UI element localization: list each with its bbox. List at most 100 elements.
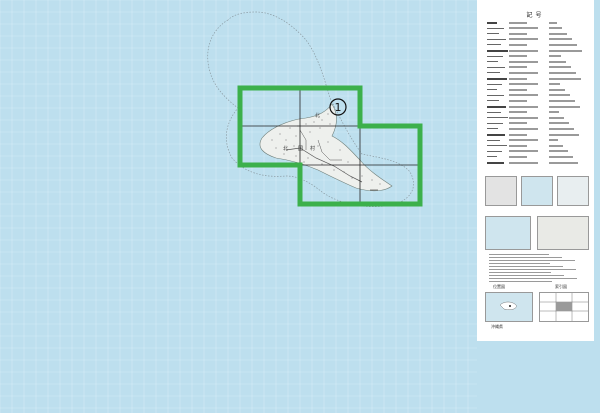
legend-symbol-text bbox=[509, 38, 538, 41]
legend-symbol-text bbox=[509, 122, 527, 125]
vegetation-dot bbox=[361, 175, 363, 177]
legend-symbol-text bbox=[509, 150, 538, 153]
legend-note-line bbox=[489, 275, 564, 277]
legend-symbol-line bbox=[487, 106, 506, 108]
legend-symbol-text-right bbox=[549, 150, 568, 153]
legend-symbol-text-right bbox=[549, 127, 574, 130]
legend-symbol-text bbox=[509, 66, 527, 69]
legend-symbol-text bbox=[509, 77, 527, 80]
vegetation-dot bbox=[289, 127, 291, 129]
legend-symbol-line bbox=[487, 156, 497, 158]
sheet-number: 1 bbox=[335, 101, 342, 114]
legend-symbol-line bbox=[487, 122, 503, 124]
legend-symbol-line bbox=[487, 61, 498, 63]
legend-symbol-text-right bbox=[549, 111, 559, 114]
legend-symbol-line bbox=[487, 83, 502, 85]
legend-symbol-line bbox=[487, 50, 508, 52]
legend-symbol-line bbox=[487, 128, 498, 130]
legend-symbol-text bbox=[509, 27, 538, 30]
legend-symbol-text bbox=[509, 21, 527, 24]
legend-symbol-text-right bbox=[549, 43, 577, 46]
vegetation-dot bbox=[293, 145, 295, 147]
legend-note-line bbox=[489, 257, 562, 259]
index-map-title: 索引図 bbox=[555, 284, 567, 289]
legend-note-line bbox=[489, 272, 551, 274]
legend-symbol-line bbox=[487, 27, 504, 29]
legend-symbol-text-right bbox=[549, 88, 565, 91]
legend-symbol-text bbox=[509, 83, 538, 86]
legend-symbol-text-right bbox=[549, 105, 580, 108]
location-map bbox=[485, 292, 533, 322]
legend-symbol-text-right bbox=[549, 60, 566, 63]
island-label-2: 国 bbox=[298, 146, 304, 152]
legend-symbol-line bbox=[487, 111, 501, 113]
vegetation-dot bbox=[379, 183, 381, 185]
legend-symbol-line bbox=[487, 117, 508, 119]
legend-symbol-text bbox=[509, 111, 527, 114]
vegetation-dot bbox=[333, 169, 335, 171]
legend-symbol-line bbox=[487, 100, 499, 102]
legend-symbol-text bbox=[509, 161, 538, 164]
sea-fill-lower-right bbox=[477, 341, 600, 413]
vegetation-dot bbox=[303, 161, 305, 163]
legend-symbol-text-right bbox=[549, 155, 573, 158]
vegetation-dot bbox=[279, 133, 281, 135]
legend-symbol-line bbox=[487, 44, 501, 46]
legend-sample-map-2 bbox=[521, 176, 553, 206]
legend-symbol-line bbox=[487, 33, 499, 35]
legend-symbol-text-right bbox=[549, 144, 563, 147]
legend-symbol-line bbox=[487, 89, 497, 91]
legend-symbol-text-right bbox=[549, 94, 570, 97]
map-sheet: 1 北 北 国 村 記号 位置図 索引図 沖縄県 bbox=[0, 0, 600, 413]
location-map-title: 位置図 bbox=[493, 284, 505, 289]
vegetation-dot bbox=[327, 141, 329, 143]
legend-note-line bbox=[489, 254, 549, 256]
legend-symbol-text bbox=[509, 99, 527, 102]
legend-symbol-text bbox=[509, 144, 527, 147]
legend-symbol-line bbox=[487, 78, 507, 80]
legend-symbol-text bbox=[509, 60, 538, 63]
vegetation-dot bbox=[347, 161, 349, 163]
legend-symbol-line bbox=[487, 22, 497, 24]
legend-symbol-line bbox=[487, 145, 507, 147]
legend-sample-map-5 bbox=[537, 216, 589, 250]
legend-symbol-line bbox=[487, 150, 502, 152]
legend-symbol-text bbox=[509, 32, 527, 35]
legend-panel: 記号 位置図 索引図 沖縄県 bbox=[477, 6, 594, 341]
vegetation-dot bbox=[313, 121, 315, 123]
vegetation-dot bbox=[307, 157, 309, 159]
legend-symbol-line bbox=[487, 162, 504, 164]
vegetation-dot bbox=[295, 155, 297, 157]
legend-note-line bbox=[489, 269, 576, 271]
legend-symbol-line bbox=[487, 55, 503, 57]
legend-symbol-text-right bbox=[549, 38, 572, 41]
legend-sample-map-1 bbox=[485, 176, 517, 206]
legend-note-line bbox=[489, 281, 552, 283]
legend-symbol-text bbox=[509, 105, 538, 108]
vegetation-dot bbox=[317, 145, 319, 147]
legend-symbol-text-right bbox=[549, 71, 576, 74]
legend-symbol-text bbox=[509, 116, 538, 119]
legend-symbol-text-right bbox=[549, 133, 579, 136]
prefecture-label: 沖縄県 bbox=[491, 324, 503, 329]
legend-sample-map-4 bbox=[485, 216, 531, 250]
legend-symbol-text bbox=[509, 127, 538, 130]
legend-symbol-text-right bbox=[549, 77, 581, 80]
vegetation-dot bbox=[371, 179, 373, 181]
legend-symbol-line bbox=[487, 94, 504, 96]
vegetation-dot bbox=[321, 119, 323, 121]
legend-note-line bbox=[489, 263, 550, 265]
legend-symbol-text-right bbox=[549, 32, 567, 35]
legend-symbol-text bbox=[509, 133, 527, 136]
legend-symbol-text bbox=[509, 43, 527, 46]
legend-symbol-text-right bbox=[549, 116, 564, 119]
map-mark: 北 bbox=[315, 112, 320, 119]
legend-sample-map-3 bbox=[557, 176, 589, 206]
legend-symbol-text bbox=[509, 94, 538, 97]
index-map-svg bbox=[540, 293, 588, 321]
legend-symbol-text-right bbox=[549, 122, 569, 125]
legend-symbol-text bbox=[509, 71, 538, 74]
vegetation-dot bbox=[309, 131, 311, 133]
island-label-1: 北 bbox=[283, 146, 289, 152]
legend-symbol-text bbox=[509, 155, 527, 158]
